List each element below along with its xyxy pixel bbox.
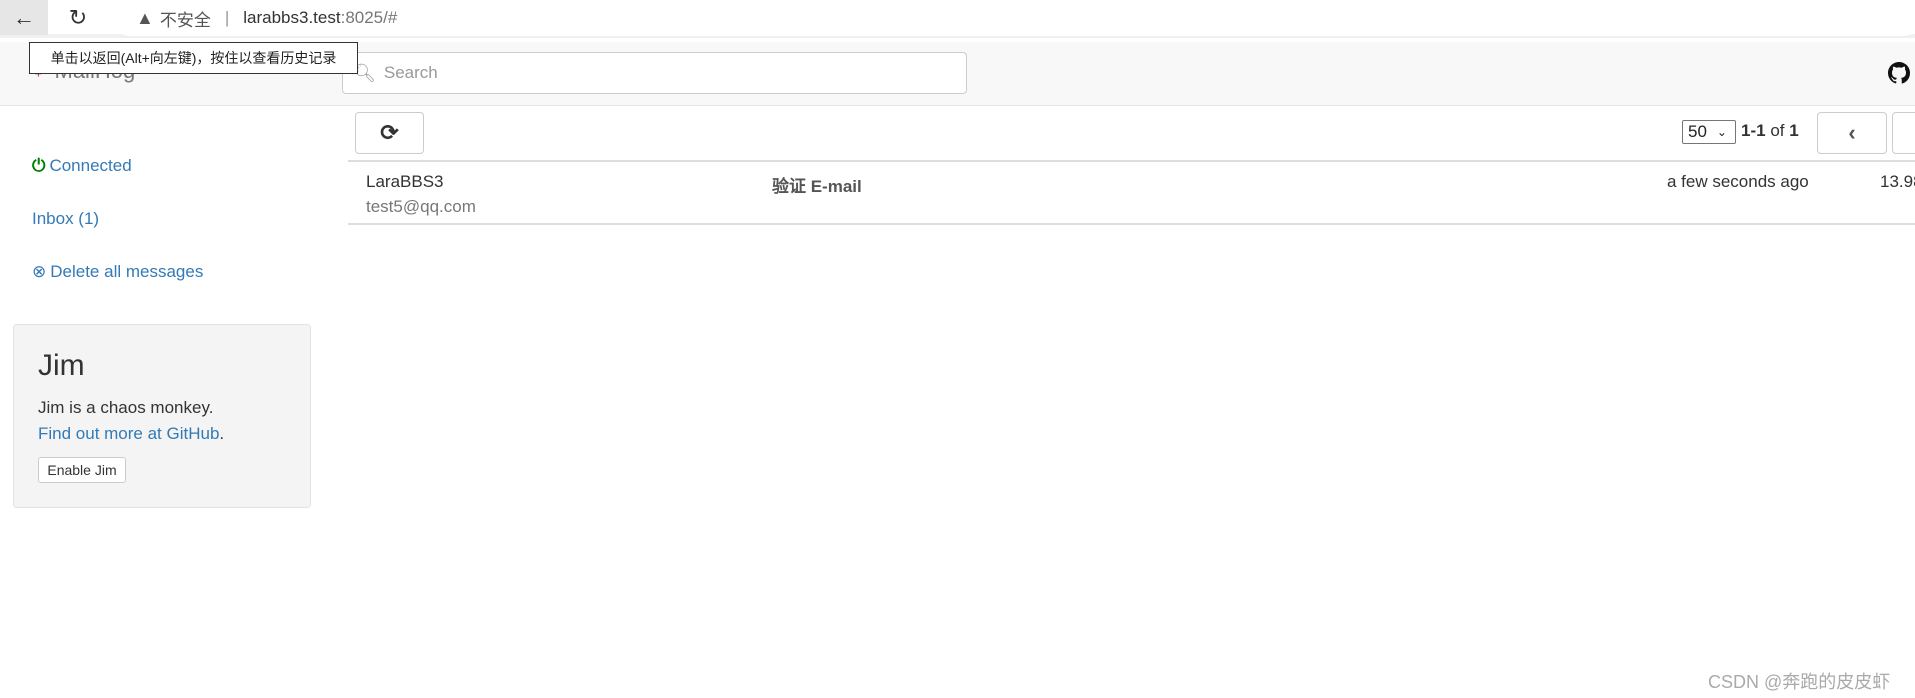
enable-jim-button[interactable]: Enable Jim <box>38 457 126 483</box>
back-tooltip: 单击以返回(Alt+向左键)，按住以查看历史记录 <box>29 42 358 74</box>
address-bar[interactable]: ▲ 不安全 | larabbs3.test:8025/# <box>112 0 1915 36</box>
security-label: 不安全 <box>159 10 211 30</box>
connected-label: Connected <box>49 156 132 175</box>
jim-title: Jim <box>38 349 85 382</box>
per-page-select[interactable]: 50 ⌄ <box>1682 120 1736 144</box>
search-placeholder: Search <box>383 63 438 82</box>
power-icon: ⏻ <box>32 156 46 175</box>
github-icon[interactable] <box>1888 62 1910 84</box>
pagination-info: 1-1 of 1 <box>1741 121 1799 141</box>
previous-page-button[interactable]: ‹ <box>1817 112 1887 154</box>
sidebar-item-inbox[interactable]: Inbox (1) <box>32 209 99 229</box>
chevron-down-icon: ⌄ <box>1716 125 1727 139</box>
delete-all-label: Delete all messages <box>50 262 204 281</box>
watermark: CSDN @奔跑的皮皮虾 <box>1708 672 1891 692</box>
sidebar-item-delete-all[interactable]: ⊗ Delete all messages <box>32 262 203 282</box>
page-total: 1 <box>1789 121 1799 140</box>
search-input[interactable]: 🔍︎ Search <box>342 52 967 94</box>
per-page-value: 50 <box>1688 122 1707 141</box>
back-button[interactable]: ← <box>0 0 48 35</box>
arrow-left-icon: ← <box>13 4 35 30</box>
message-time: a few seconds ago <box>1667 172 1809 191</box>
next-page-button[interactable] <box>1892 112 1915 154</box>
inbox-label: Inbox (1) <box>32 209 100 228</box>
message-from: LaraBBS3 <box>366 172 444 191</box>
message-to: test5@qq.com <box>366 197 476 216</box>
jim-description: Jim is a chaos monkey. <box>38 398 214 417</box>
page-range: 1-1 <box>1741 121 1766 140</box>
divider: | <box>224 8 230 27</box>
refresh-icon: ⟳ <box>380 120 399 145</box>
page-of: of <box>1770 121 1785 140</box>
url-rest: :8025/# <box>340 8 398 27</box>
warning-icon: ▲ <box>136 7 154 28</box>
refresh-button[interactable]: ⟳ <box>355 112 424 154</box>
url-host: larabbs3.test <box>243 8 341 27</box>
message-size: 13.98 <box>1880 172 1915 191</box>
link-suffix: . <box>219 424 225 443</box>
remove-circle-icon: ⊗ <box>32 262 47 281</box>
reload-icon: ↻ <box>68 5 88 30</box>
reload-button[interactable]: ↻ <box>62 2 94 34</box>
message-row[interactable]: LaraBBS3 test5@qq.com 验证 E-mail a few se… <box>348 160 1915 225</box>
chevron-left-icon: ‹ <box>1848 120 1856 145</box>
sidebar-item-connected[interactable]: ⏻ Connected <box>32 156 132 176</box>
jim-panel: Jim Jim is a chaos monkey. Find out more… <box>13 324 311 508</box>
jim-github-link[interactable]: Find out more at GitHub <box>38 424 219 443</box>
message-subject: 验证 E-mail <box>772 177 862 196</box>
